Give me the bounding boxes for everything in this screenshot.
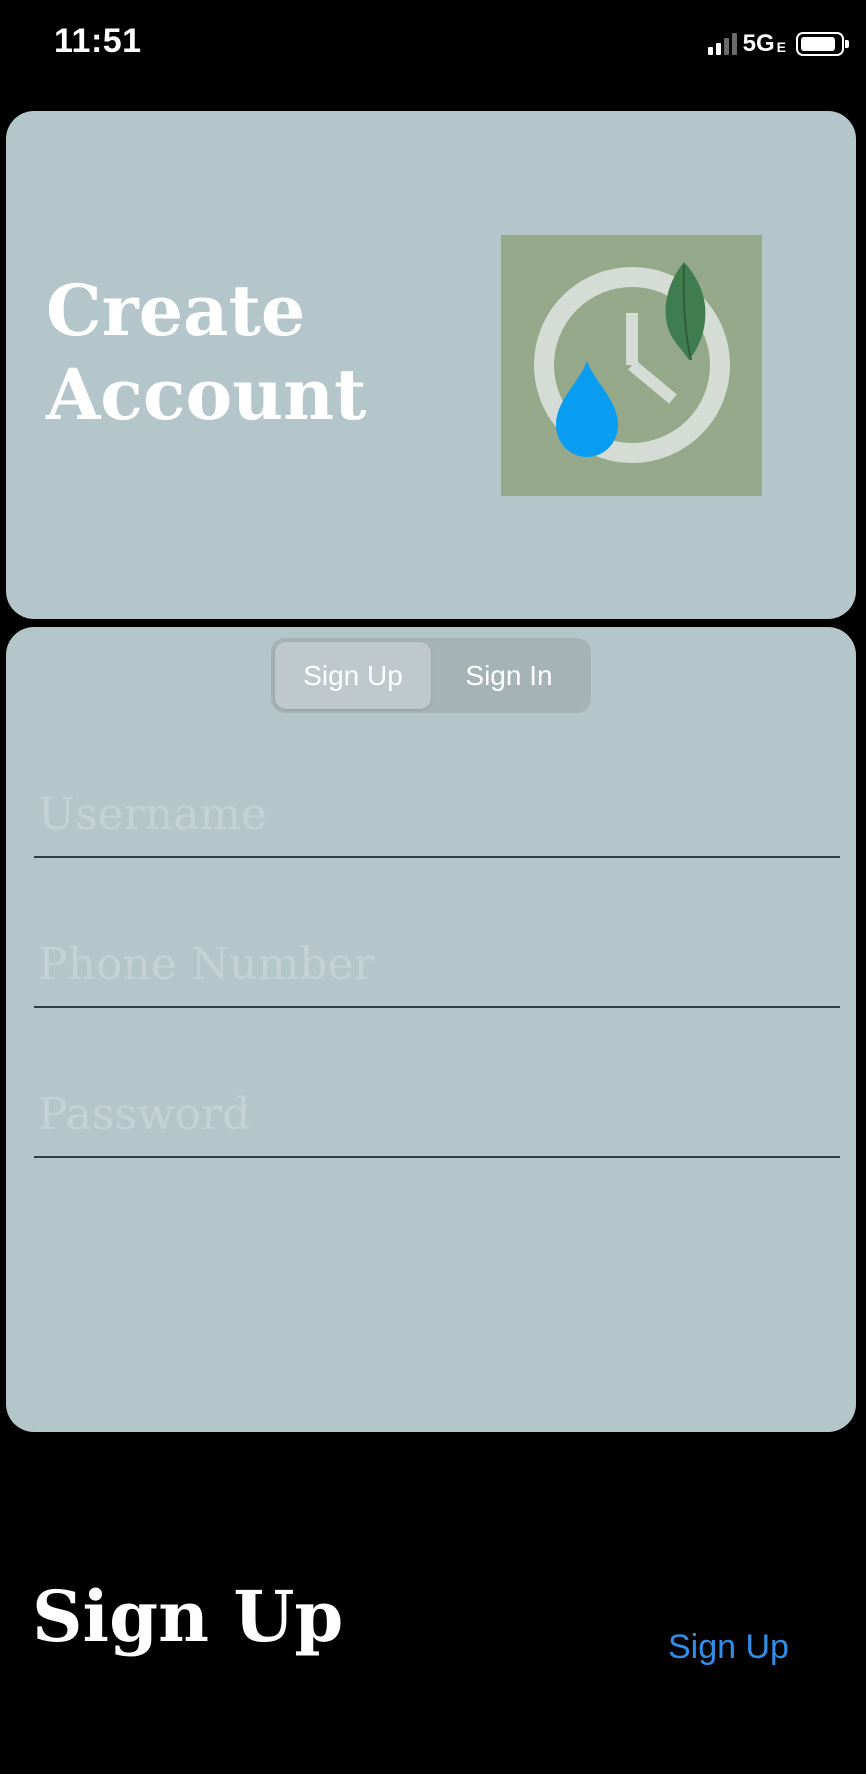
auth-mode-segmented-control: Sign Up Sign In xyxy=(271,638,591,713)
password-input[interactable] xyxy=(38,1072,828,1156)
header-card: Create Account xyxy=(6,111,856,619)
footer-title: Sign Up xyxy=(32,1575,344,1658)
battery-icon xyxy=(796,32,849,56)
status-time: 11:51 xyxy=(54,22,142,60)
status-bar: 11:51 5G E xyxy=(0,0,866,90)
page-title: Create Account xyxy=(46,269,367,436)
network-label: 5G xyxy=(742,30,775,57)
password-field-container xyxy=(34,1058,840,1158)
app-logo xyxy=(501,235,762,496)
signal-bars-icon xyxy=(707,33,737,55)
username-field-container xyxy=(34,758,840,858)
form-card: Sign Up Sign In xyxy=(6,627,856,1432)
clock-droplet-leaf-logo-icon xyxy=(534,262,730,463)
password-underline xyxy=(34,1156,840,1158)
phone-number-input[interactable] xyxy=(38,922,828,1006)
phone-underline xyxy=(34,1006,840,1008)
username-underline xyxy=(34,856,840,858)
username-input[interactable] xyxy=(38,772,828,856)
tab-sign-up[interactable]: Sign Up xyxy=(275,642,431,709)
network-sub-label: E xyxy=(776,39,786,55)
tab-sign-in[interactable]: Sign In xyxy=(431,642,587,709)
phone-field-container xyxy=(34,908,840,1008)
status-indicators: 5G E xyxy=(707,26,849,62)
sign-up-button[interactable]: Sign Up xyxy=(668,1628,789,1667)
